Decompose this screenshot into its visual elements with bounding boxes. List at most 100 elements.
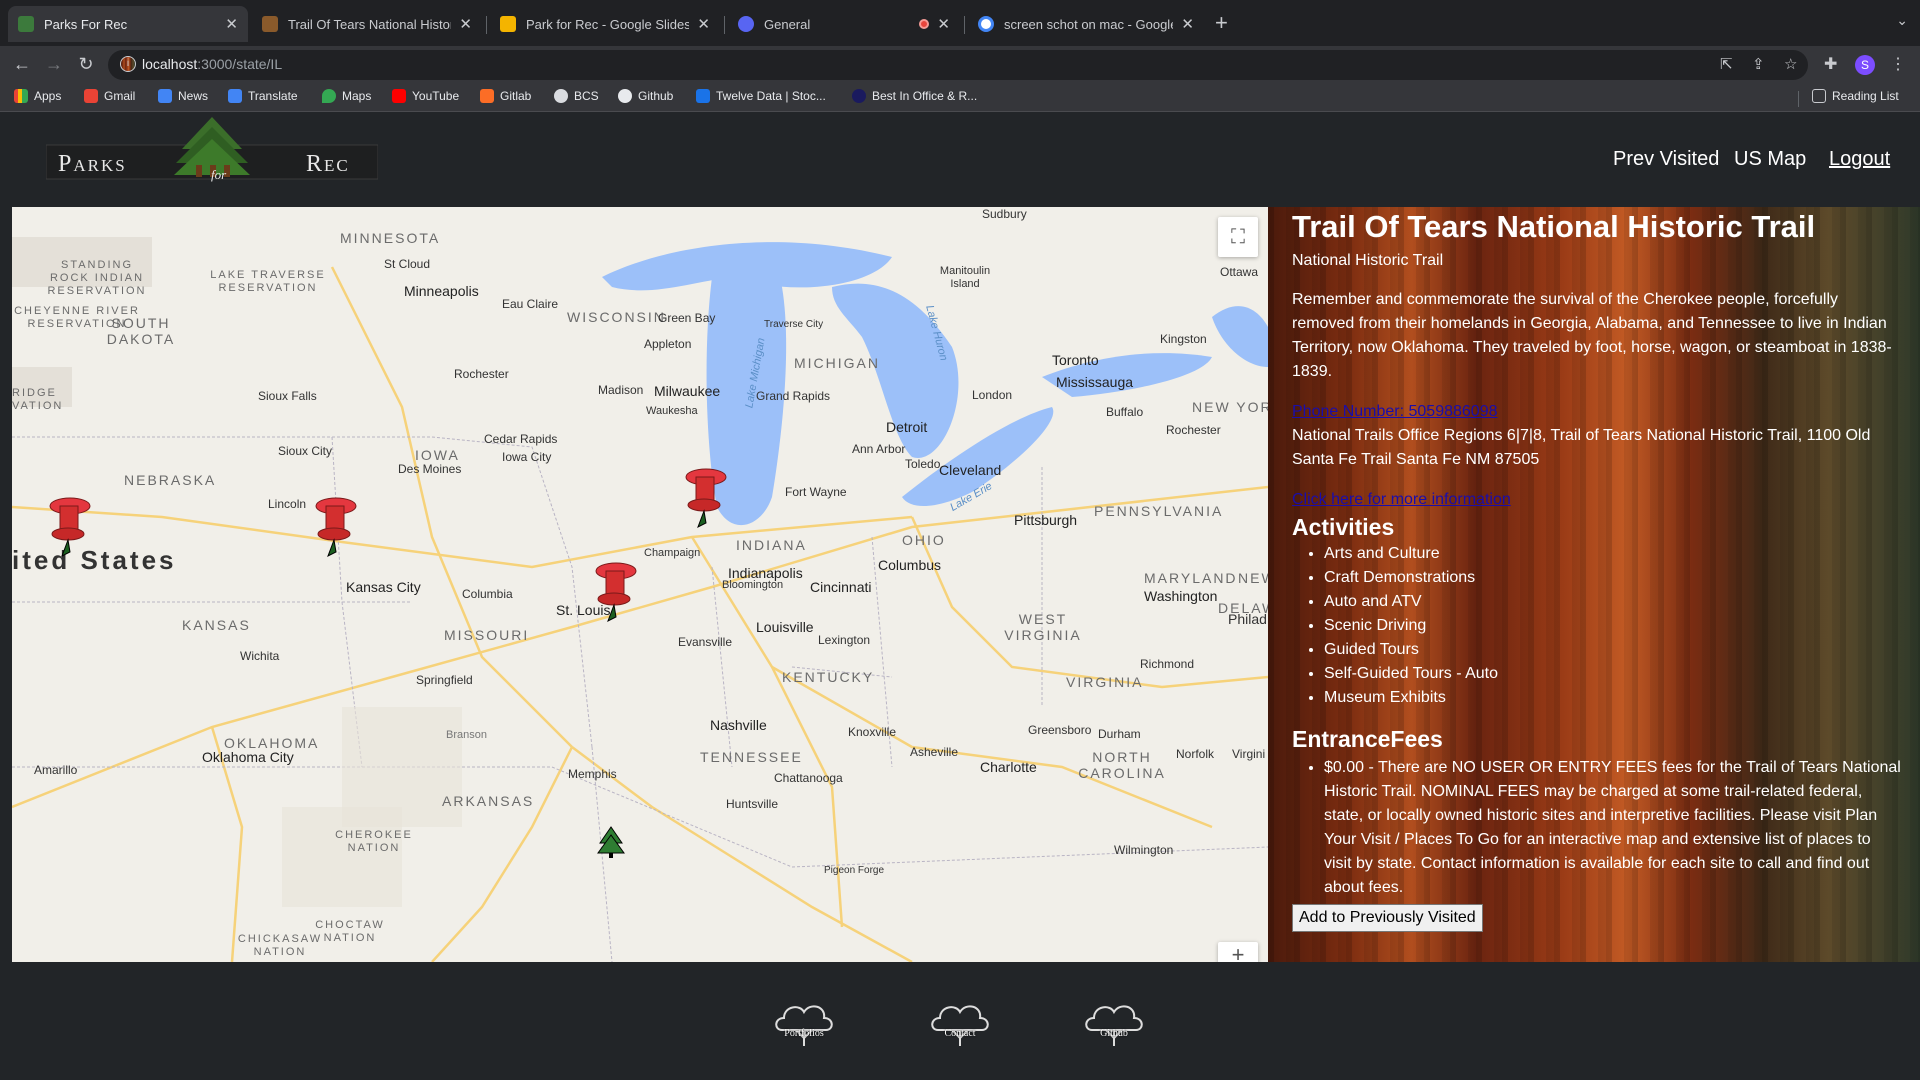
bookmark-twelve-data[interactable]: Twelve Data | Stoc... bbox=[696, 89, 826, 103]
address-bar[interactable]: i localhost:3000/state/IL ⇱ ⇪ ☆ bbox=[108, 50, 1808, 80]
tab-divider bbox=[486, 16, 487, 34]
tab-parks-for-rec[interactable]: Parks For Rec ✕ bbox=[8, 6, 248, 42]
bookmark-youtube[interactable]: YouTube bbox=[392, 89, 459, 103]
bookmark-translate[interactable]: Translate bbox=[228, 89, 298, 103]
bookmark-label: Apps bbox=[34, 89, 62, 103]
reload-icon[interactable]: ↻ bbox=[74, 54, 98, 75]
park-favicon-icon bbox=[18, 16, 34, 32]
google-favicon-icon bbox=[978, 16, 994, 32]
close-tab-icon[interactable]: ✕ bbox=[225, 15, 238, 33]
footer-portfolios-link[interactable]: Portfolios bbox=[772, 998, 836, 1050]
reading-list-label: Reading List bbox=[1832, 89, 1899, 103]
map-pushpin-marker[interactable] bbox=[678, 463, 728, 533]
back-arrow-icon[interactable]: ← bbox=[10, 54, 34, 75]
map-state-label: MISSOURI bbox=[444, 627, 530, 643]
bookmark-best-in-office[interactable]: Best In Office & R... bbox=[852, 89, 977, 103]
footer-github-link[interactable]: Github bbox=[1082, 998, 1146, 1050]
map-state-label: WISCONSIN bbox=[567, 309, 666, 325]
map-state-label: PENNSYLVANIA bbox=[1094, 503, 1224, 519]
bookmark-apps[interactable]: Apps bbox=[14, 89, 61, 103]
map-city-label: Mississauga bbox=[1056, 374, 1134, 390]
activity-item: Auto and ATV bbox=[1324, 590, 1902, 614]
map-city-label: Toronto bbox=[1052, 352, 1099, 368]
map-city-label: Durham bbox=[1098, 727, 1141, 741]
map-tree-marker-icon[interactable] bbox=[596, 825, 626, 859]
map-city-label: Virgini bbox=[1232, 747, 1266, 761]
bookmark-label: BCS bbox=[574, 89, 599, 103]
map-pushpin-marker[interactable] bbox=[308, 492, 358, 562]
phone-number-link[interactable]: Phone Number: 5059886098 bbox=[1292, 403, 1498, 420]
map-city-label: Champaign bbox=[644, 547, 701, 559]
cloud-tree-icon bbox=[931, 1005, 989, 1046]
site-logo[interactable]: Parks for Rec bbox=[46, 115, 378, 187]
chrome-menu-icon[interactable]: ⋮ bbox=[1890, 54, 1906, 74]
profile-avatar[interactable]: S bbox=[1855, 55, 1875, 75]
bookmark-label: Best In Office & R... bbox=[872, 89, 978, 103]
bookmark-label: Translate bbox=[248, 89, 298, 103]
map-state-label: TENNESSEE bbox=[700, 749, 803, 765]
new-tab-plus-icon[interactable]: + bbox=[1215, 10, 1228, 36]
map-state-label: NEW bbox=[1238, 570, 1268, 586]
map-city-label: Milwaukee bbox=[654, 383, 721, 399]
close-tab-icon[interactable]: ✕ bbox=[1181, 15, 1194, 33]
globe-icon bbox=[554, 89, 568, 103]
bookmark-label: News bbox=[178, 89, 209, 103]
close-tab-icon[interactable]: ✕ bbox=[697, 15, 710, 33]
park-address: National Trails Office Regions 6|7|8, Tr… bbox=[1292, 427, 1871, 468]
map-city-label: Buffalo bbox=[1106, 405, 1144, 419]
map-reservation-label: CHEROKEE NATION bbox=[335, 829, 413, 854]
map-city-label: Ottawa bbox=[1220, 265, 1259, 279]
map-city-label: Knoxville bbox=[848, 725, 897, 739]
site-info-icon[interactable]: i bbox=[120, 56, 136, 72]
close-tab-icon[interactable]: ✕ bbox=[459, 15, 472, 33]
tab-google-search[interactable]: screen schot on mac - Google ✕ bbox=[968, 6, 1204, 42]
bookmark-gmail[interactable]: Gmail bbox=[84, 89, 135, 103]
browser-toolbar: ← → ↻ i localhost:3000/state/IL ⇱ ⇪ ☆ ✚ … bbox=[0, 46, 1920, 86]
footer-label: Portfolios bbox=[784, 1028, 824, 1039]
bookmark-gitlab[interactable]: Gitlab bbox=[480, 89, 531, 103]
forward-arrow-icon[interactable]: → bbox=[42, 54, 66, 75]
map-fullscreen-expand-icon[interactable]: ⛶ bbox=[1218, 217, 1258, 257]
bookmark-news[interactable]: News bbox=[158, 89, 208, 103]
map-pushpin-marker[interactable] bbox=[588, 557, 638, 627]
st-lawrence bbox=[1212, 306, 1268, 367]
map-city-label: Cincinnati bbox=[810, 579, 872, 595]
bookmark-label: YouTube bbox=[412, 89, 460, 103]
map-city-label: Lexington bbox=[818, 633, 871, 647]
map-zoom-in-button[interactable]: + bbox=[1218, 942, 1258, 962]
map-city-label: Chattanooga bbox=[774, 771, 843, 785]
map-city-label: Rochester bbox=[1166, 423, 1221, 437]
github-icon bbox=[618, 89, 632, 103]
bookmark-maps[interactable]: Maps bbox=[322, 89, 371, 103]
google-map[interactable]: MINNESOTA SOUTH DAKOTA NEBRASKA IOWA WIS… bbox=[12, 207, 1268, 962]
tab-search-chevron-icon[interactable]: ⌄ bbox=[1896, 12, 1908, 29]
map-state-label: NORTH CAROLINA bbox=[1078, 749, 1166, 781]
more-info-link[interactable]: Click here for more information bbox=[1292, 491, 1511, 508]
map-pushpin-marker[interactable] bbox=[42, 492, 92, 562]
map-city-label: Ann Arbor bbox=[852, 442, 906, 456]
close-tab-icon[interactable]: ✕ bbox=[937, 15, 950, 33]
tab-trail-of-tears[interactable]: Trail Of Tears National Historic ✕ bbox=[252, 6, 482, 42]
nav-us-map[interactable]: US Map bbox=[1734, 148, 1806, 171]
nps-favicon-icon bbox=[262, 16, 278, 32]
footer-contact-link[interactable]: Contact bbox=[928, 998, 992, 1050]
nav-logout[interactable]: Logout bbox=[1829, 148, 1890, 171]
extensions-puzzle-icon[interactable]: ✚ bbox=[1824, 54, 1837, 74]
map-state-label: ARKANSAS bbox=[442, 793, 535, 809]
activity-item: Arts and Culture bbox=[1324, 542, 1902, 566]
logo-word-for: for bbox=[211, 167, 227, 182]
browser-tab-strip: Parks For Rec ✕ Trail Of Tears National … bbox=[0, 0, 1920, 46]
share-icon[interactable]: ⇪ bbox=[1752, 55, 1765, 73]
nav-prev-visited[interactable]: Prev Visited bbox=[1613, 148, 1719, 171]
bookmark-star-icon[interactable]: ☆ bbox=[1784, 55, 1797, 73]
tab-title: screen schot on mac - Google bbox=[1004, 16, 1174, 32]
bookmark-github[interactable]: Github bbox=[618, 89, 673, 103]
tab-general[interactable]: General ✕ bbox=[728, 6, 960, 42]
add-to-previously-visited-button[interactable]: Add to Previously Visited bbox=[1292, 904, 1483, 932]
bookmark-bcs[interactable]: BCS bbox=[554, 89, 599, 103]
tab-google-slides[interactable]: Park for Rec - Google Slides ✕ bbox=[490, 6, 720, 42]
open-in-app-icon[interactable]: ⇱ bbox=[1720, 55, 1733, 73]
reading-list[interactable]: Reading List bbox=[1812, 89, 1899, 103]
map-reservation-label: CHEYENNE RIVER RESERVATION bbox=[14, 305, 140, 330]
fee-item: $0.00 - There are NO USER OR ENTRY FEES … bbox=[1324, 756, 1902, 900]
